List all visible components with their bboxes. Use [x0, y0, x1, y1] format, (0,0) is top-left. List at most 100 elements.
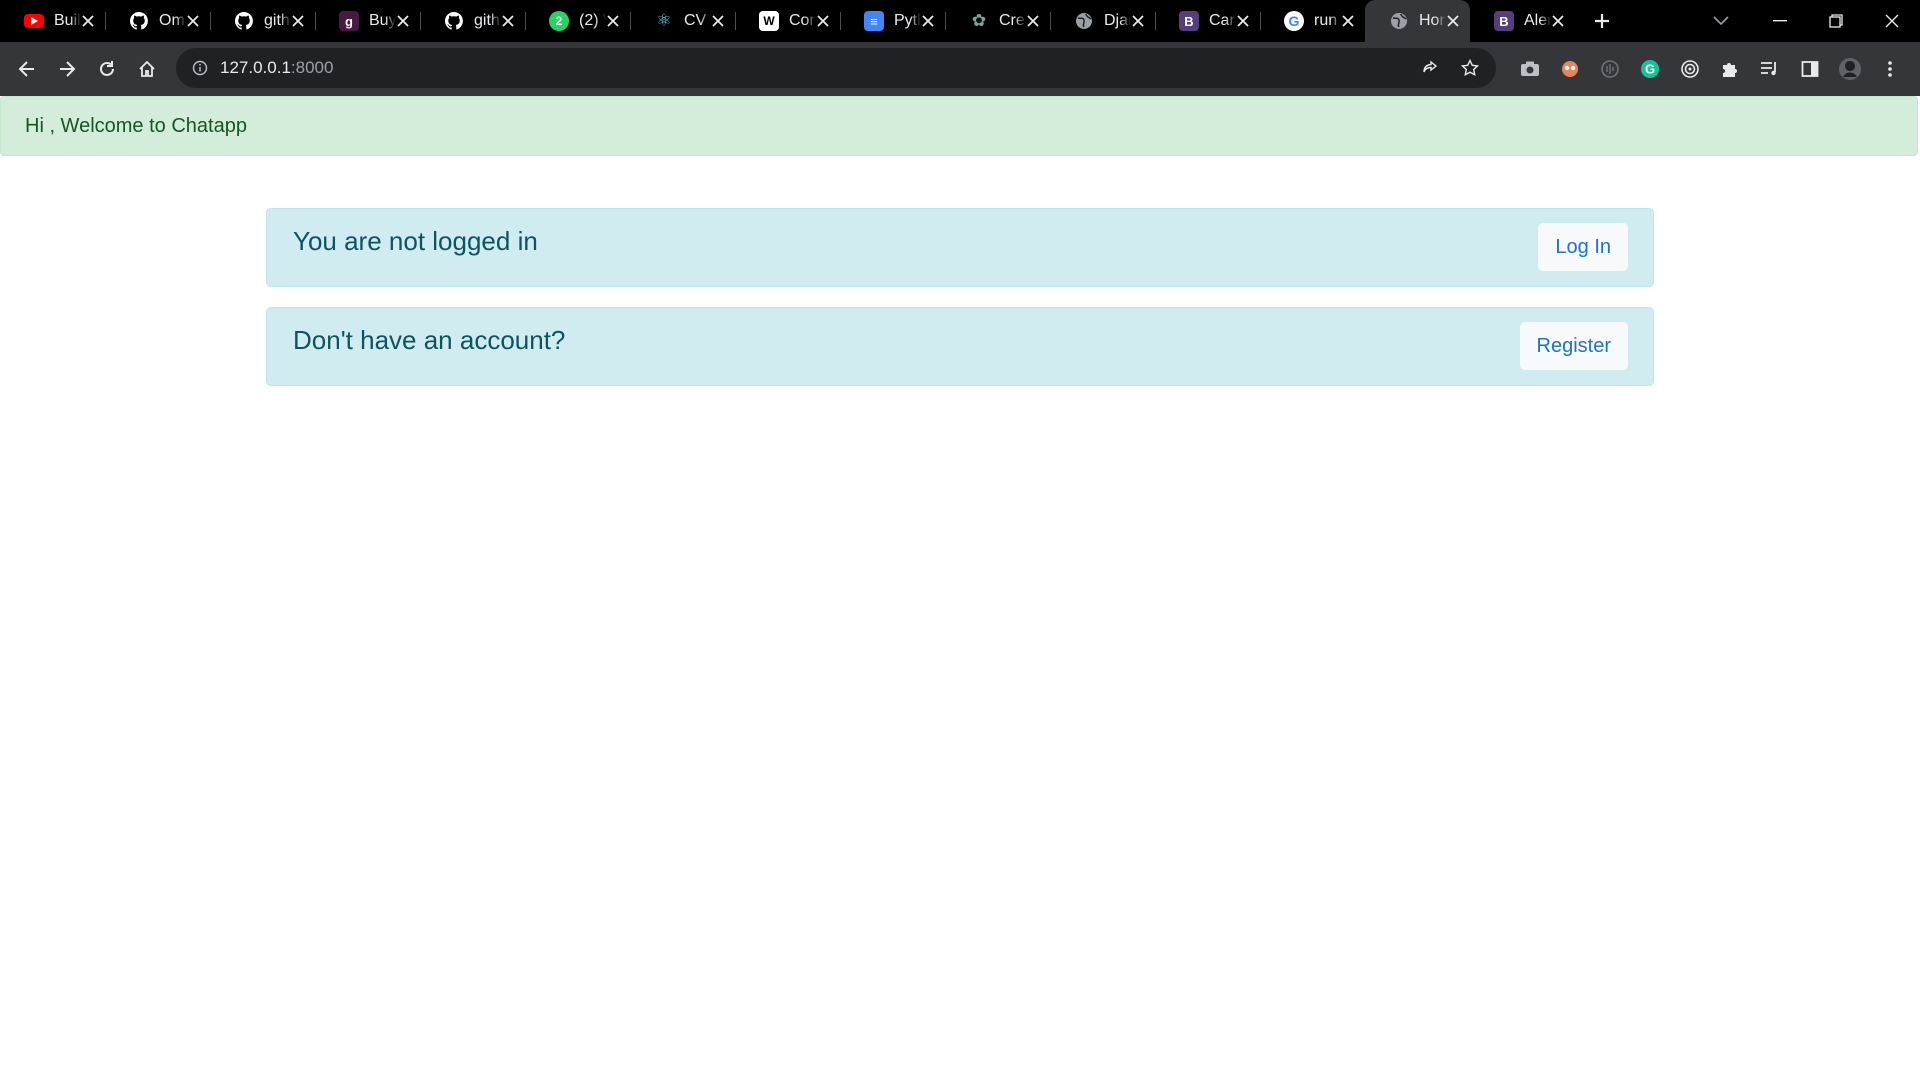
close-window-button[interactable]: [1864, 0, 1920, 42]
share-icon[interactable]: [1414, 52, 1446, 84]
browser-tab[interactable]: Djar: [1050, 0, 1155, 42]
cookie-extension-icon[interactable]: [1550, 49, 1590, 89]
new-tab-button[interactable]: [1581, 0, 1623, 42]
tab-title: gith: [264, 12, 290, 29]
tab-title: Cor: [789, 12, 815, 29]
forward-button[interactable]: [47, 49, 87, 89]
restore-icon: [1829, 14, 1843, 28]
tab-strip: Buil Om gith ɡ Buy gith 2 (2) \ ⚛ CV | W Cor ≡ Pytl ✿ C…: [0, 0, 1575, 42]
extensions-area: G: [1510, 42, 1910, 96]
close-tab-icon[interactable]: [1551, 12, 1565, 30]
tab-title: Cre: [999, 12, 1025, 29]
camera-extension-icon[interactable]: [1510, 49, 1550, 89]
kebab-menu-icon: [1888, 61, 1892, 77]
close-tab-icon[interactable]: [1236, 12, 1250, 30]
back-button[interactable]: [7, 49, 47, 89]
browser-tab[interactable]: Grun: [1260, 0, 1365, 42]
tab-title: CV |: [684, 12, 711, 29]
close-tab-icon[interactable]: [921, 12, 935, 30]
register-card: Don't have an account? Register: [266, 307, 1654, 386]
browser-tab[interactable]: ≡ Pytl: [840, 0, 945, 42]
minimize-button[interactable]: [1752, 0, 1808, 42]
bootstrap-icon: B: [1179, 11, 1199, 31]
tab-title: Car: [1209, 12, 1235, 29]
gumroad-icon: ɡ: [339, 11, 359, 31]
google-docs-icon: ≡: [864, 11, 884, 31]
chrome-menu-button[interactable]: [1870, 49, 1910, 89]
browser-tab[interactable]: Om: [105, 0, 210, 42]
target-extension-icon[interactable]: [1670, 49, 1710, 89]
register-button[interactable]: Register: [1519, 322, 1628, 370]
tab-title: Om: [159, 12, 185, 29]
tab-search-button[interactable]: [1700, 0, 1742, 42]
audio-extension-icon[interactable]: [1590, 49, 1630, 89]
login-status-text: You are not logged in: [293, 226, 538, 256]
tab-title: Buy: [369, 12, 396, 29]
browser-tab[interactable]: ɡ Buy: [315, 0, 420, 42]
chatgpt-icon: ✿: [971, 11, 987, 30]
close-tab-icon[interactable]: [606, 12, 620, 30]
browser-tab[interactable]: gith: [420, 0, 525, 42]
chevron-down-icon: [1713, 16, 1729, 26]
globe-icon: [1074, 11, 1094, 31]
site-info-icon[interactable]: [180, 60, 220, 76]
minimize-icon: [1773, 20, 1787, 22]
browser-tab[interactable]: 2 (2) \: [525, 0, 630, 42]
browser-tab[interactable]: W Cor: [735, 0, 840, 42]
close-tab-icon[interactable]: [1446, 12, 1460, 30]
close-tab-icon[interactable]: [1026, 12, 1040, 30]
close-tab-icon[interactable]: [396, 12, 410, 30]
w3schools-icon: W: [759, 11, 779, 31]
url-port: :8000: [290, 58, 334, 77]
puzzle-extensions-icon[interactable]: [1710, 49, 1750, 89]
tab-title: Aler: [1524, 12, 1551, 29]
close-tab-icon[interactable]: [1341, 12, 1355, 30]
browser-toolbar: 127.0.0.1:8000 G: [0, 42, 1920, 96]
url-text[interactable]: 127.0.0.1:8000: [220, 58, 333, 78]
close-tab-icon[interactable]: [816, 12, 830, 30]
tab-title: Pytl: [894, 12, 921, 29]
close-tab-icon[interactable]: [1131, 12, 1145, 30]
browser-tab[interactable]: B Car: [1155, 0, 1260, 42]
github-icon: [129, 11, 149, 31]
welcome-alert: Hi , Welcome to Chatapp: [0, 96, 1918, 156]
restore-button[interactable]: [1808, 0, 1864, 42]
close-tab-icon[interactable]: [291, 12, 305, 30]
close-tab-icon[interactable]: [711, 12, 725, 30]
welcome-text: Hi , Welcome to Chatapp: [25, 114, 247, 137]
github-icon: [234, 11, 254, 31]
arrow-left-icon: [18, 61, 34, 77]
tab-title: Buil: [54, 12, 81, 29]
tab-bar: Buil Om gith ɡ Buy gith 2 (2) \ ⚛ CV | W Cor ≡ Pytl ✿ C…: [0, 0, 1920, 42]
close-tab-icon[interactable]: [81, 12, 95, 30]
grammarly-icon[interactable]: G: [1630, 49, 1670, 89]
bookmark-star-icon[interactable]: [1454, 52, 1486, 84]
svg-text:G: G: [1645, 62, 1655, 77]
login-card: You are not logged in Log In: [266, 208, 1654, 287]
globe-icon: [1389, 11, 1409, 31]
browser-tab[interactable]: gith: [210, 0, 315, 42]
reload-button[interactable]: [87, 49, 127, 89]
home-icon: [139, 60, 155, 77]
plus-icon: [1595, 14, 1609, 28]
browser-tab[interactable]: Hor: [1365, 0, 1470, 42]
close-icon: [1885, 14, 1899, 28]
side-panel-icon[interactable]: [1790, 49, 1830, 89]
browser-tab[interactable]: ✿ Cre: [945, 0, 1050, 42]
close-tab-icon[interactable]: [501, 12, 515, 30]
home-button[interactable]: [127, 49, 167, 89]
profile-avatar[interactable]: [1830, 49, 1870, 89]
tab-title: gith: [474, 12, 500, 29]
browser-tab[interactable]: ⚛ CV |: [630, 0, 735, 42]
browser-tab[interactable]: B Aler: [1470, 0, 1575, 42]
google-icon: G: [1284, 11, 1304, 31]
address-bar[interactable]: 127.0.0.1:8000: [176, 48, 1496, 88]
close-tab-icon[interactable]: [186, 12, 200, 30]
bootstrap-icon: B: [1494, 11, 1514, 31]
react-icon: ⚛: [656, 11, 672, 30]
tab-title: (2) \: [579, 12, 606, 29]
tab-title: run: [1314, 12, 1338, 29]
login-button[interactable]: Log In: [1538, 223, 1628, 271]
browser-tab[interactable]: Buil: [0, 0, 105, 42]
media-control-icon[interactable]: [1750, 49, 1790, 89]
